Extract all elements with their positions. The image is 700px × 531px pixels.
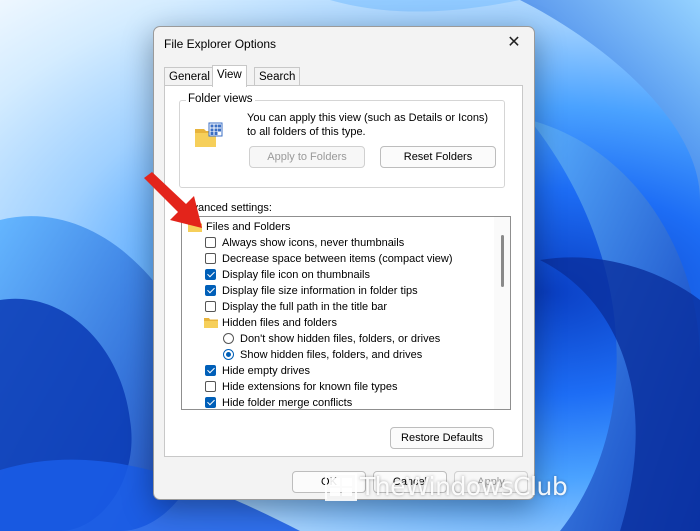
restore-defaults-button[interactable]: Restore Defaults <box>390 427 494 449</box>
folder-views-description: You can apply this view (such as Details… <box>247 112 489 138</box>
radio-button[interactable] <box>223 349 234 360</box>
folder-views-group: Folder views You can apply this view (su… <box>179 93 505 188</box>
checkbox[interactable] <box>205 253 216 264</box>
advanced-settings-list[interactable]: Files and Folders Always show icons, neve… <box>181 216 511 410</box>
scrollbar-thumb[interactable] <box>501 235 504 287</box>
radio-button[interactable] <box>223 333 234 344</box>
tree-checkbox-item[interactable]: Display file size information in folder … <box>182 283 492 299</box>
reset-folders-button[interactable]: Reset Folders <box>380 146 496 168</box>
checkbox[interactable] <box>205 237 216 248</box>
tree-checkbox-item[interactable]: Hide folder merge conflicts <box>182 395 492 409</box>
red-arrow-icon <box>144 172 202 228</box>
tree-radio-item[interactable]: Show hidden files, folders, and drives <box>182 347 492 363</box>
watermark-text: TheWindowsClub <box>360 472 568 501</box>
tree-item-label: Display the full path in the title bar <box>222 301 388 313</box>
tree-checkbox-item[interactable]: Hide empty drives <box>182 363 492 379</box>
apply-to-folders-button[interactable]: Apply to Folders <box>249 146 365 168</box>
tree-folder-item: Hidden files and folders <box>182 315 492 331</box>
checkbox[interactable] <box>205 301 216 312</box>
vertical-scrollbar[interactable] <box>494 217 510 409</box>
tree-item-label: Hide extensions for known file types <box>222 381 398 393</box>
tab-view[interactable]: View <box>212 65 247 87</box>
tree-item-label: Hide empty drives <box>222 365 311 377</box>
tree-item-label: Don't show hidden files, folders, or dri… <box>240 333 441 345</box>
tab-general[interactable]: General <box>164 67 215 86</box>
close-icon[interactable]: ✕ <box>502 32 526 56</box>
folder-views-icon <box>195 122 223 147</box>
checkbox[interactable] <box>205 397 216 408</box>
view-tab-panel: Folder views You can apply this view (su… <box>164 85 523 457</box>
tree-item-label: Hidden files and folders <box>222 317 337 329</box>
tree-checkbox-item[interactable]: Display file icon on thumbnails <box>182 267 492 283</box>
tree-item-label: Hide folder merge conflicts <box>222 397 353 409</box>
tree-checkbox-item[interactable]: Display the full path in the title bar <box>182 299 492 315</box>
title-bar[interactable]: File Explorer Options ✕ <box>154 27 534 61</box>
tree-item-label: Display file icon on thumbnails <box>222 269 370 281</box>
tree-checkbox-item[interactable]: Always show icons, never thumbnails <box>182 235 492 251</box>
file-explorer-options-dialog: File Explorer Options ✕ General View Sea… <box>153 26 535 500</box>
tree-item-label: Always show icons, never thumbnails <box>222 237 405 249</box>
tree-checkbox-item[interactable]: Hide extensions for known file types <box>182 379 492 395</box>
checkbox[interactable] <box>205 269 216 280</box>
tree-item-label: Files and Folders <box>206 221 291 233</box>
checkbox[interactable] <box>205 285 216 296</box>
checkbox[interactable] <box>205 381 216 392</box>
tree-item-label: Show hidden files, folders, and drives <box>240 349 423 361</box>
tab-search[interactable]: Search <box>254 67 301 86</box>
tree-item-label: Display file size information in folder … <box>222 285 418 297</box>
dialog-title: File Explorer Options <box>164 37 277 51</box>
tree-checkbox-item[interactable]: Decrease space between items (compact vi… <box>182 251 492 267</box>
tree-radio-item[interactable]: Don't show hidden files, folders, or dri… <box>182 331 492 347</box>
folder-views-label: Folder views <box>186 93 255 105</box>
windows-club-logo-icon <box>325 473 357 501</box>
watermark: TheWindowsClub <box>318 468 700 508</box>
checkbox[interactable] <box>205 365 216 376</box>
folder-icon <box>204 318 218 328</box>
tree-item-label: Decrease space between items (compact vi… <box>222 253 453 265</box>
tree-folder-item: Files and Folders <box>182 219 492 235</box>
